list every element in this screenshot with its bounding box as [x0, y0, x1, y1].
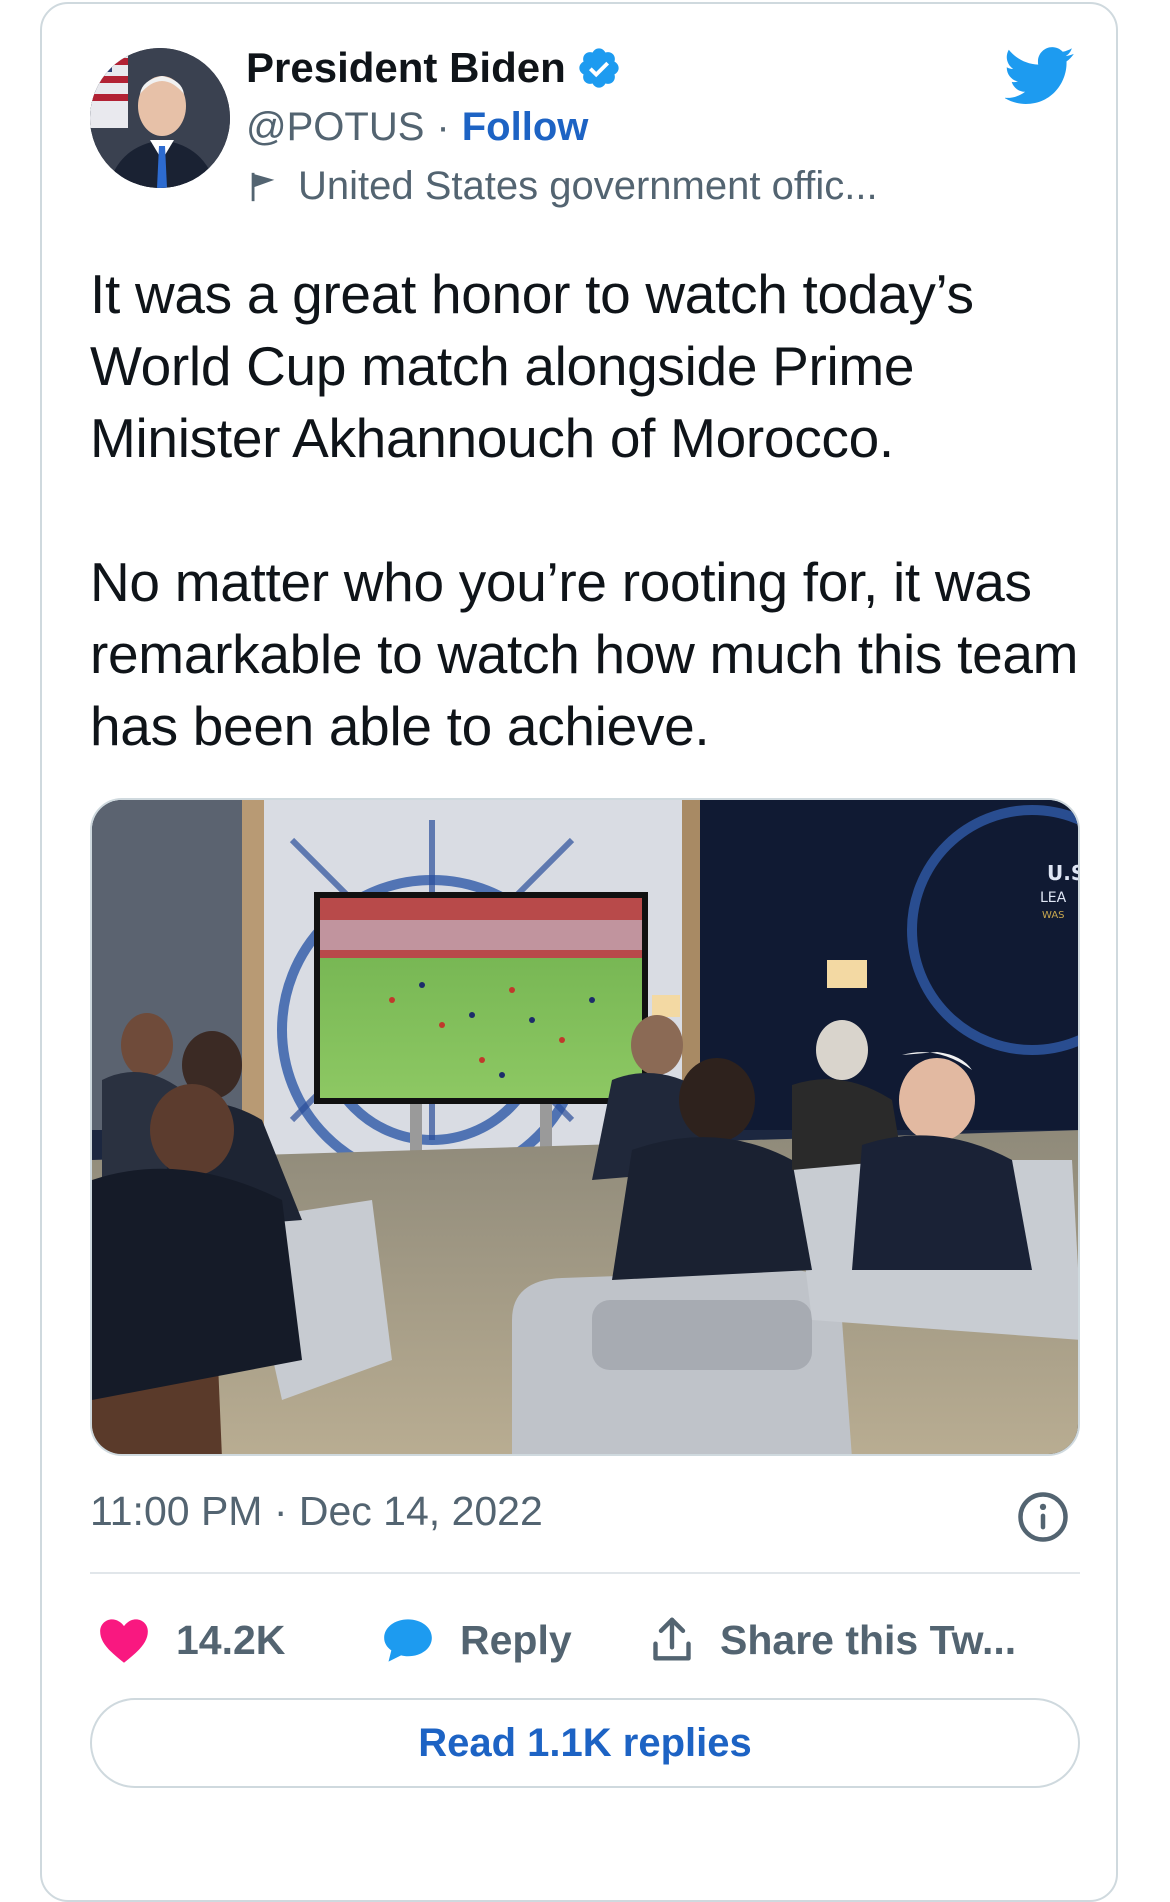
info-icon[interactable] — [1016, 1490, 1070, 1544]
action-bar: 14.2K Reply Share this Tw... — [90, 1605, 1090, 1675]
divider — [90, 1572, 1080, 1574]
photo-sign-line-1: U.S — [1047, 861, 1080, 885]
like-count: 14.2K — [176, 1616, 286, 1663]
verified-icon — [579, 48, 619, 88]
author-name[interactable]: President Biden — [246, 44, 566, 92]
reply-bubble-icon — [384, 1619, 432, 1662]
author-name-row: President Biden — [246, 44, 622, 92]
tweet-photo[interactable]: U.S LEA WAS — [90, 798, 1080, 1456]
tweet-timestamp[interactable]: 11:00 PM · Dec 14, 2022 — [90, 1488, 543, 1535]
read-replies-button[interactable]: Read 1.1K replies — [90, 1698, 1080, 1788]
account-label-row: United States government offic... — [246, 164, 878, 209]
twitter-bird-icon[interactable] — [1005, 46, 1075, 106]
share-label: Share this Tw... — [720, 1616, 1017, 1663]
share-icon — [653, 1617, 691, 1661]
avatar[interactable] — [90, 48, 230, 188]
author-handle[interactable]: @POTUS — [246, 105, 424, 150]
like-button[interactable]: 14.2K — [98, 1605, 285, 1675]
heart-icon — [100, 1619, 148, 1663]
account-label[interactable]: United States government offic... — [298, 164, 878, 209]
reply-label: Reply — [460, 1616, 572, 1663]
photo-sign-line-3: WAS — [1042, 910, 1065, 921]
government-flag-icon — [251, 172, 275, 201]
author-handle-row: @POTUS · Follow — [246, 105, 588, 150]
share-button[interactable]: Share this Tw... — [650, 1605, 1016, 1675]
separator-dot: · — [436, 105, 450, 149]
photo-sign-line-2: LEA — [1040, 890, 1067, 906]
tweet-text: It was a great honor to watch today’s Wo… — [90, 263, 1079, 757]
follow-button[interactable]: Follow — [462, 105, 589, 150]
reply-button[interactable]: Reply — [382, 1605, 572, 1675]
